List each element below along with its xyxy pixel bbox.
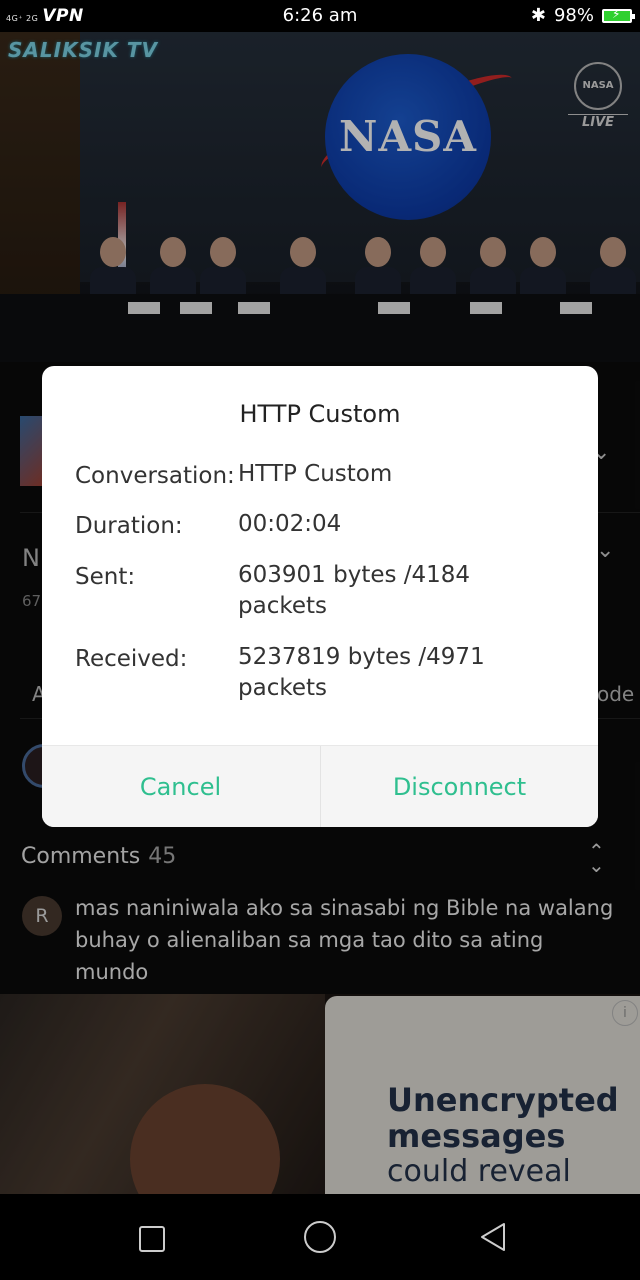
status-right: ✱ 98% ⚡ bbox=[530, 5, 635, 26]
disconnect-button[interactable]: Disconnect bbox=[320, 746, 598, 827]
dialog-buttons: Cancel Disconnect bbox=[42, 745, 598, 827]
connection-dialog: HTTP Custom Conversation: HTTP Custom Du… bbox=[42, 366, 598, 827]
battery-percent: 98% bbox=[553, 5, 594, 26]
row-label: Duration: bbox=[75, 513, 183, 539]
navigation-bar bbox=[0, 1194, 640, 1280]
home-button[interactable] bbox=[304, 1221, 336, 1253]
cancel-button[interactable]: Cancel bbox=[42, 746, 319, 827]
bluetooth-icon: ✱ bbox=[530, 5, 546, 26]
dialog-title: HTTP Custom bbox=[239, 400, 401, 428]
row-value: 603901 bytes /4184 packets bbox=[238, 562, 471, 619]
row-label: Sent: bbox=[75, 564, 136, 590]
battery-icon: ⚡ bbox=[602, 7, 635, 23]
recents-button[interactable] bbox=[139, 1226, 165, 1252]
row-label: Received: bbox=[75, 646, 188, 672]
row-value: HTTP Custom bbox=[238, 461, 393, 487]
status-bar: 4G⁺ 2G VPN 6:26 am ✱ 98% ⚡ bbox=[0, 0, 640, 32]
back-button[interactable] bbox=[478, 1221, 508, 1253]
row-value: 00:02:04 bbox=[238, 511, 342, 537]
row-label: Conversation: bbox=[75, 463, 235, 489]
row-value: 5237819 bytes /4971 packets bbox=[238, 644, 485, 701]
